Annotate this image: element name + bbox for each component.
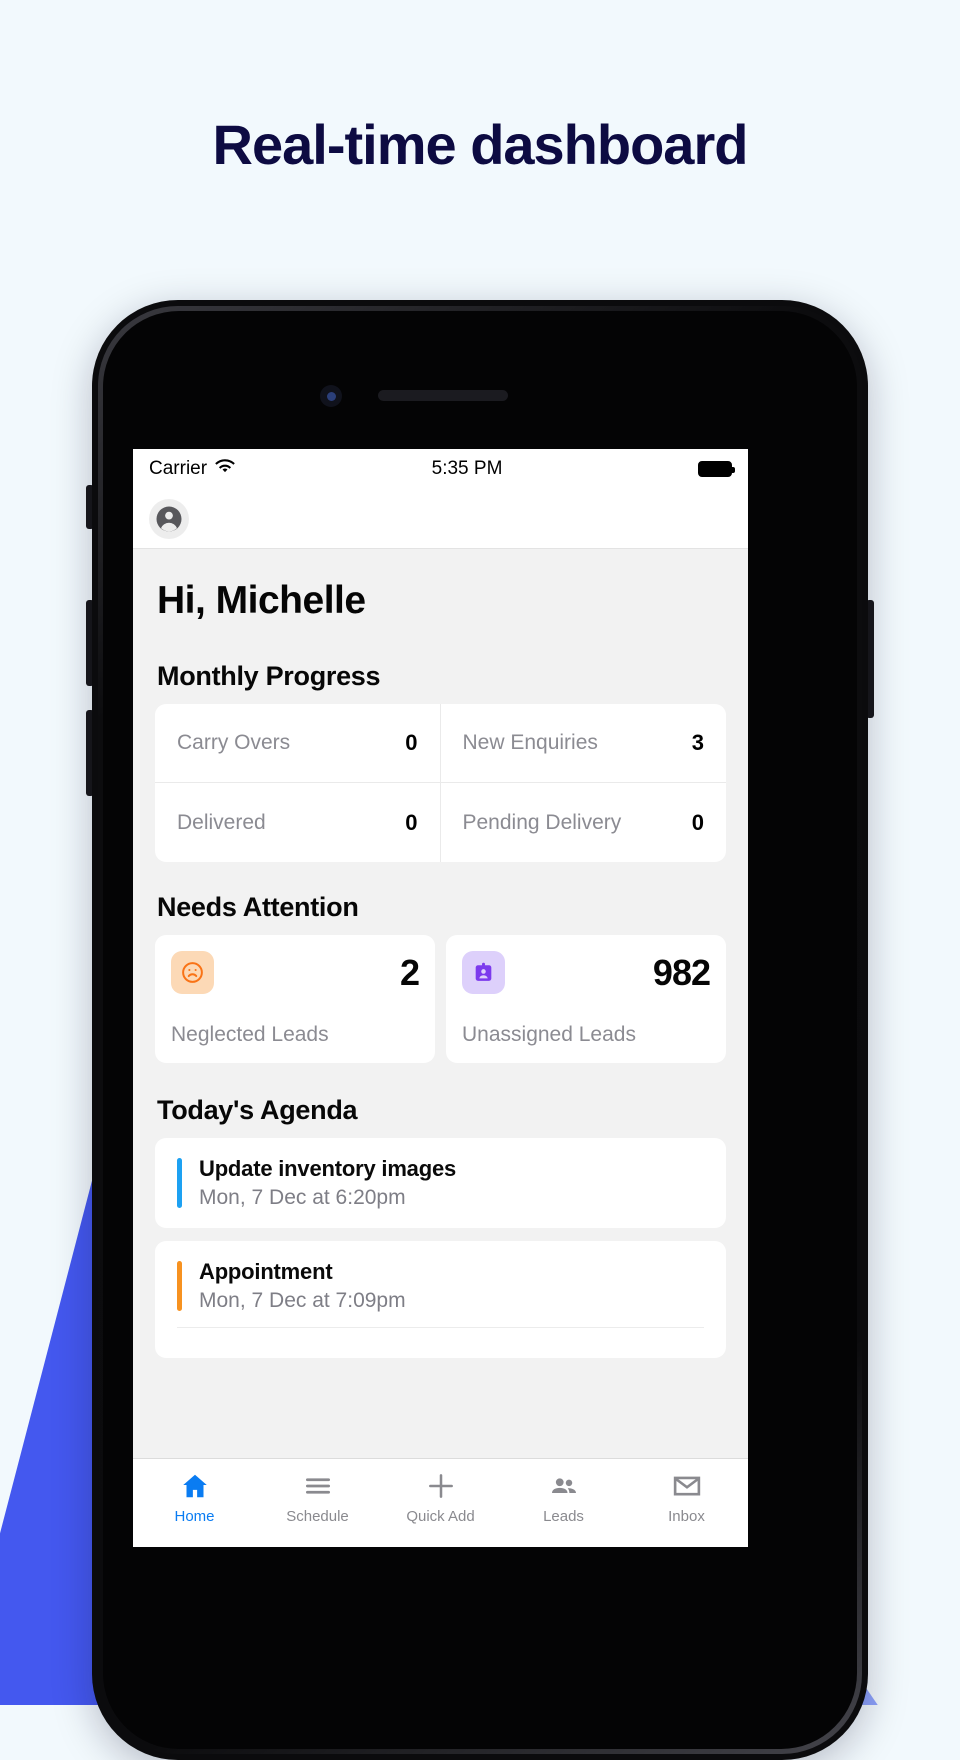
stat-new-enquiries[interactable]: New Enquiries 3 — [440, 704, 726, 783]
people-icon — [547, 1469, 581, 1503]
tab-inbox[interactable]: Inbox — [625, 1469, 748, 1525]
card-label: Neglected Leads — [171, 1023, 329, 1046]
tab-label: Home — [174, 1508, 215, 1525]
tab-leads[interactable]: Leads — [502, 1469, 625, 1525]
tab-quick-add[interactable]: Quick Add — [379, 1469, 502, 1525]
agenda-text: Appointment Mon, 7 Dec at 7:09pm — [199, 1259, 726, 1313]
agenda-item-subtitle: Mon, 7 Dec at 7:09pm — [199, 1289, 406, 1312]
stat-label: Delivered — [177, 810, 266, 834]
plus-icon — [424, 1469, 458, 1503]
needs-attention-row: 2 Neglected Leads 982 Unassigned Leads — [155, 935, 726, 1063]
agenda-accent-bar — [177, 1261, 182, 1311]
battery-full-icon — [698, 461, 735, 477]
status-bar: Carrier 5:35 PM — [133, 449, 748, 489]
monthly-progress-grid: Carry Overs 0 New Enquiries 3 Delivered … — [155, 704, 726, 862]
stat-label: New Enquiries — [462, 731, 598, 754]
status-bar-time: 5:35 PM — [431, 458, 503, 479]
wifi-icon — [214, 458, 236, 481]
card-value: 2 — [399, 951, 420, 993]
status-bar-left: Carrier — [149, 458, 236, 481]
needs-attention-title: Needs Attention — [157, 892, 359, 922]
bottom-tab-bar: Home Schedule Quick Add Leads Inbox — [133, 1458, 748, 1547]
agenda-item-title: Appointment — [199, 1259, 333, 1284]
agenda-item-title: Update inventory images — [199, 1156, 457, 1181]
agenda-text: Update inventory images Mon, 7 Dec at 6:… — [199, 1156, 456, 1210]
page-title: Real-time dashboard — [212, 113, 749, 176]
tab-label: Quick Add — [406, 1508, 475, 1525]
phone-front-camera — [320, 385, 342, 407]
envelope-icon — [670, 1469, 704, 1503]
app-navbar — [133, 489, 748, 549]
card-unassigned-leads[interactable]: 982 Unassigned Leads — [446, 935, 726, 1063]
stat-delivered[interactable]: Delivered 0 — [155, 783, 441, 862]
phone-earpiece-speaker — [378, 390, 508, 401]
tab-label: Leads — [543, 1508, 584, 1525]
agenda-item-2[interactable]: Appointment Mon, 7 Dec at 7:09pm — [155, 1241, 726, 1358]
stat-label: Carry Overs — [177, 731, 291, 754]
tab-label: Inbox — [668, 1508, 705, 1525]
tab-label: Schedule — [286, 1508, 349, 1525]
greeting-heading: Hi, Michelle — [157, 579, 366, 622]
stat-value: 0 — [691, 809, 704, 835]
card-top: 982 — [462, 951, 711, 994]
stat-pending-delivery[interactable]: Pending Delivery 0 — [441, 783, 727, 862]
stat-label: Pending Delivery — [462, 810, 622, 834]
card-label: Unassigned Leads — [462, 1023, 636, 1046]
stat-value: 0 — [405, 730, 418, 755]
card-top: 2 — [171, 951, 420, 994]
home-icon — [179, 1469, 211, 1503]
carrier-label: Carrier — [149, 458, 208, 479]
stat-carry-overs[interactable]: Carry Overs 0 — [155, 704, 441, 783]
stat-value: 0 — [405, 809, 418, 835]
agenda-accent-bar — [177, 1158, 182, 1208]
card-value: 982 — [652, 951, 711, 993]
monthly-progress-title: Monthly Progress — [157, 661, 381, 691]
tab-schedule[interactable]: Schedule — [256, 1469, 379, 1525]
stat-value: 3 — [691, 730, 704, 755]
agenda-item-subtitle: Mon, 7 Dec at 6:20pm — [199, 1186, 406, 1209]
dashboard-content: Hi, Michelle Monthly Progress Carry Over… — [133, 549, 748, 1498]
account-circle-icon — [156, 506, 182, 531]
phone-screen: Carrier 5:35 PM Hi, Michelle Monthly Pro… — [133, 449, 748, 1547]
tab-home[interactable]: Home — [133, 1469, 256, 1525]
menu-lines-icon — [302, 1469, 334, 1503]
todays-agenda-title: Today's Agenda — [157, 1095, 358, 1125]
sad-face-icon — [171, 951, 214, 994]
avatar[interactable] — [149, 498, 189, 539]
status-bar-right — [698, 461, 735, 477]
agenda-item-1[interactable]: Update inventory images Mon, 7 Dec at 6:… — [155, 1138, 726, 1228]
id-badge-icon — [462, 951, 505, 994]
card-neglected-leads[interactable]: 2 Neglected Leads — [155, 935, 435, 1063]
